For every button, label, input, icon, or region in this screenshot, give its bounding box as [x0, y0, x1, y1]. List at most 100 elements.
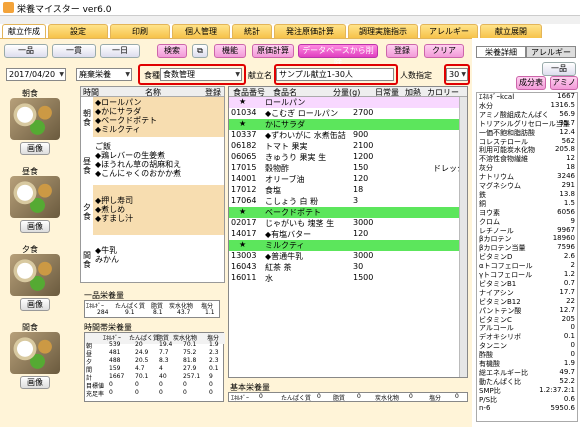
menu-item[interactable]: ◆ミルクティ — [95, 124, 141, 135]
ippin-v: 284 — [97, 309, 109, 316]
right-ippin-button[interactable]: 一品 — [542, 62, 576, 76]
category-select[interactable]: 廃棄栄養 — [76, 68, 132, 81]
tab-insatsu[interactable]: 印刷 — [110, 24, 170, 38]
nutrient-row: βカロテン 18960 — [479, 234, 575, 244]
nutrient-list: ｴﾈﾙｷﾞｰkcal 1667 水分 1316.5 アミノ酸組成たんぱく 56.9 トリアシ… — [476, 92, 578, 422]
nutrient-row: クロム 9 — [479, 216, 575, 226]
toroku-button[interactable]: 登録 — [386, 44, 418, 58]
food-row[interactable]: 16043 紅茶 茶 30 — [229, 262, 467, 273]
jikan-table: ｴﾈﾙｷﾞｰ たんぱく質 脂質 炭水化物 塩分 朝 539 20 19.4 70.1 1.9 昼4… — [84, 332, 225, 402]
nutrient-row: レチノール 9967 — [479, 225, 575, 235]
nutrient-row: ビタミンC 205 — [479, 314, 575, 324]
nutrient-row: ｴﾈﾙｷﾞｰkcal 1667 — [479, 92, 575, 101]
detail-scrollbar[interactable] — [459, 97, 467, 377]
nutrient-row: 利用可能炭水化物 205.8 — [479, 145, 575, 155]
nutrient-row: トリアシルグリセロール当量 35.7 — [479, 118, 575, 128]
tab-kojin[interactable]: 個人管理 — [172, 24, 230, 38]
ippin-v: 8.1 — [153, 309, 163, 316]
group-row[interactable]: ★ かにサラダ — [229, 119, 467, 130]
highlight-kondate — [274, 64, 398, 85]
highlight-shokushu — [138, 64, 246, 85]
nutrient-row: 鉄 13.8 — [479, 189, 575, 199]
nutrient-row: ビタミンD 2.6 — [479, 252, 575, 262]
app-title: 栄養マイスター ver6.0 — [17, 5, 112, 15]
nutrient-row: ヨウ素 6056 — [479, 207, 575, 217]
amino-button[interactable]: アミノ — [550, 76, 578, 90]
nutrient-row: γトコフェロール 1.2 — [479, 270, 575, 279]
group-row[interactable]: ★ ベークドポテト — [229, 207, 467, 218]
dinner-photo — [10, 254, 60, 296]
kihon-table: ｴﾈﾙｷﾞｰ 0 たんぱく質 0 脂質 0 炭水化物 0 塩分 0 — [228, 392, 468, 402]
food-row[interactable]: 17064 こしょう 白 粉3 — [229, 196, 467, 207]
tab-kondate[interactable]: 献立作成 — [2, 24, 46, 39]
detail-header: 食品番号 食品名 分量(g) 日常量 加熱 カロリー — [229, 87, 467, 97]
nutrient-row: ビタミンB1 0.7 — [479, 278, 575, 288]
detail-table: 食品番号 食品名 分量(g) 日常量 加熱 カロリー ★ ロールパン 01034 ◆こむぎ ロ… — [228, 86, 468, 378]
tab-right-allergy[interactable]: アレルギー — [526, 46, 576, 58]
kensaku-button[interactable]: 検索 — [157, 44, 187, 58]
menu-item[interactable]: ◆すまし汁 — [95, 213, 133, 224]
genka-button[interactable]: 原価計算 — [252, 44, 294, 58]
asa-gazo-button[interactable]: 画像 — [20, 142, 50, 155]
food-row[interactable]: 02017 じゃがいも 塊茎 生 3000 — [229, 218, 467, 229]
kino-button[interactable]: 機能 — [214, 44, 246, 58]
nutrient-row: 酢酸 0 — [479, 350, 575, 360]
ippin-v: 43.7 — [177, 309, 191, 316]
food-row[interactable]: 10337 ◆ずわいがに 水煮缶詰 900 — [229, 130, 467, 141]
nutrient-row: αトコフェロール 2 — [479, 261, 575, 271]
food-row[interactable]: 06065 きゅうり 果実 生 1200 — [229, 152, 467, 163]
menu-grid: 時間 名称 登録 朝食 ◆ロールパン ◆かにサラダ ◆ベークドポテト ◆ミルクテ… — [80, 86, 225, 283]
ikkan-button[interactable]: 一貫 — [52, 44, 96, 58]
tab-toukei[interactable]: 統計 — [232, 24, 272, 38]
food-row[interactable]: 13003 ◆普通牛乳 3000 — [229, 251, 467, 262]
ippin-v: 1.1 — [205, 309, 215, 316]
kihon-row: ｴﾈﾙｷﾞｰ 0 たんぱく質 0 脂質 0 炭水化物 0 塩分 0 — [231, 393, 459, 402]
yuu-vertical-label: 夕食 — [83, 203, 91, 221]
group-row[interactable]: ★ ロールパン — [229, 97, 467, 108]
nutrient-row: デオキシリボ 0.1 — [479, 332, 575, 342]
nutrient-row: パントテン酸 12.7 — [479, 305, 575, 315]
snack-photo — [10, 332, 60, 374]
tab-allergy[interactable]: アレルギー — [420, 24, 478, 38]
tab-eiyo-shosai[interactable]: 栄養詳細 — [476, 46, 526, 58]
tab-hacchu[interactable]: 発注原価計算 — [274, 24, 346, 38]
menu-item[interactable]: みかん — [95, 254, 119, 265]
clear-button[interactable]: クリア — [424, 44, 464, 58]
group-row[interactable]: ★ ミルクティ — [229, 240, 467, 251]
copy-icon[interactable]: ⧉ — [192, 44, 208, 58]
ichinichi-button[interactable]: 一日 — [100, 44, 140, 58]
date-select[interactable]: 2017/04/20 — [6, 68, 66, 81]
kan-gazo-button[interactable]: 画像 — [20, 376, 50, 389]
nutrient-row: 銅 1.5 — [479, 198, 575, 208]
tab-chouri[interactable]: 調理実施指示 — [348, 24, 418, 38]
tab-tenkai[interactable]: 献立展開 — [480, 24, 542, 38]
food-row[interactable]: 01034 ◆こむぎ ロールパン 2700 — [229, 108, 467, 119]
food-row[interactable]: 14001 オリーブ油 120 — [229, 174, 467, 185]
nutrient-row: 一価不飽和脂肪酸 12.4 — [479, 127, 575, 137]
nutrient-row: アミノ酸組成たんぱく 56.9 — [479, 109, 575, 119]
nutrient-row: 水分 1316.5 — [479, 100, 575, 110]
hiru-vertical-label: 昼食 — [83, 157, 91, 175]
db-delete-button[interactable]: データベースから削除 — [298, 44, 378, 67]
title-bar: 栄養マイスター ver6.0 — [0, 0, 580, 16]
nutrient-row: ナイアシン 17.7 — [479, 287, 575, 297]
nutrient-row: n-6 5950.6 — [479, 403, 575, 412]
ippin-button[interactable]: 一品 — [4, 44, 48, 58]
menu-item[interactable]: ◆こんにゃくのおかか煮 — [95, 168, 181, 179]
food-row[interactable]: 16011 水 1500 — [229, 273, 467, 284]
ninzu-label: 人数指定 — [400, 71, 432, 80]
food-row[interactable]: 17012 食塩 18 — [229, 185, 467, 196]
jikan-row: 充足率 0 0 0 0 0 — [86, 389, 213, 398]
nutrient-row: 不溶性食物繊維 12 — [479, 154, 575, 164]
highlight-ninzu — [444, 64, 470, 85]
food-row[interactable]: 14017 ◆有塩バター 120 — [229, 229, 467, 240]
tab-settei[interactable]: 設定 — [48, 24, 108, 38]
seibun-button[interactable]: 成分表 — [516, 76, 546, 90]
lunch-photo — [10, 176, 60, 218]
yuu-gazo-button[interactable]: 画像 — [20, 298, 50, 311]
hiru-gazo-button[interactable]: 画像 — [20, 220, 50, 233]
food-row[interactable]: 17015 穀物酢 150 ドレッシ — [229, 163, 467, 174]
nutrient-row: ビタミンB12 22 — [479, 296, 575, 306]
breakfast-photo — [10, 98, 60, 140]
food-row[interactable]: 06182 トマト 果実 2100 — [229, 141, 467, 152]
